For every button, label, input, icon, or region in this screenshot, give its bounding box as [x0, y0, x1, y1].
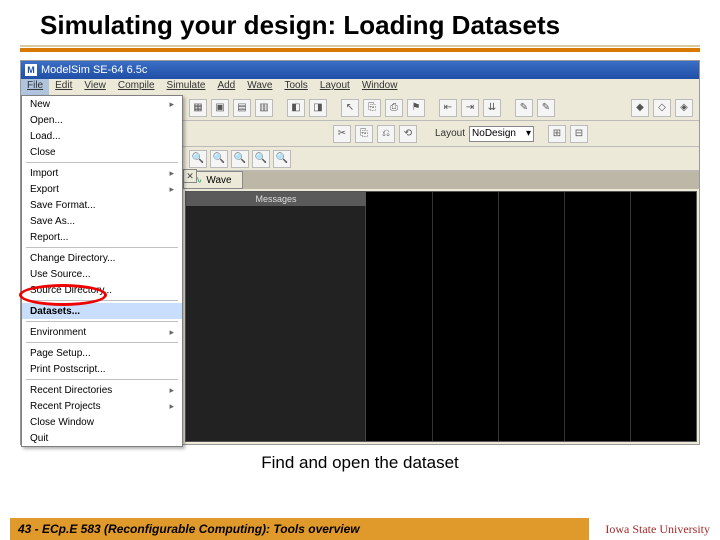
menu-item-close[interactable]: Close [22, 144, 182, 160]
toolbar-row-2: ✂ ⎘ ⎌ ⟲ Layout NoDesign▾ ⊞ ⊟ [183, 121, 699, 147]
submenu-arrow-icon: ▸ [169, 99, 174, 110]
zoom-icon[interactable]: 🔍 [273, 150, 291, 168]
toolbar-button[interactable]: ⊞ [548, 125, 566, 143]
layout-select[interactable]: NoDesign▾ [469, 126, 534, 142]
wave-grid [366, 192, 696, 441]
wave-signal-pane[interactable] [186, 192, 366, 441]
wave-messages-header: Messages [186, 192, 366, 206]
toolbar-button[interactable]: ✎ [515, 99, 533, 117]
menu-compile[interactable]: Compile [112, 79, 161, 95]
menu-separator [26, 162, 178, 163]
file-menu-dropdown[interactable]: New▸ Open... Load... Close Import▸ Expor… [21, 95, 183, 447]
submenu-arrow-icon: ▸ [169, 401, 174, 412]
menu-item-recent-directories[interactable]: Recent Directories▸ [22, 382, 182, 398]
toolbar-row-3: 🔍 🔍 🔍 🔍 🔍 [183, 147, 699, 171]
menu-separator [26, 300, 178, 301]
layout-label: Layout [435, 128, 465, 139]
chevron-down-icon: ▾ [526, 128, 531, 139]
cut-icon[interactable]: ✂ [333, 125, 351, 143]
menu-item-new[interactable]: New▸ [22, 96, 182, 112]
menu-separator [26, 379, 178, 380]
close-pane-icon[interactable]: ✕ [183, 169, 197, 183]
slide-caption: Find and open the dataset [0, 445, 720, 473]
menu-simulate[interactable]: Simulate [161, 79, 212, 95]
menu-item-datasets[interactable]: Datasets... [22, 303, 182, 319]
app-title: ModelSim SE-64 6.5c [41, 64, 147, 76]
toolbar-button[interactable]: ⇥ [461, 99, 479, 117]
menu-item-report[interactable]: Report... [22, 229, 182, 245]
toolbar-button[interactable]: ⚑ [407, 99, 425, 117]
toolbar-button[interactable]: ◧ [287, 99, 305, 117]
toolbar-button[interactable]: ⎘ [355, 125, 373, 143]
toolbar-button[interactable]: ⇊ [483, 99, 501, 117]
menu-wave[interactable]: Wave [241, 79, 278, 95]
menu-layout[interactable]: Layout [314, 79, 356, 95]
toolbar-button[interactable]: ◇ [653, 99, 671, 117]
menu-item-change-directory[interactable]: Change Directory... [22, 250, 182, 266]
slide-footer: 43 - ECp.E 583 (Reconfigurable Computing… [0, 518, 720, 540]
toolbar-button[interactable]: ▥ [255, 99, 273, 117]
zoom-in-icon[interactable]: 🔍 [189, 150, 207, 168]
menu-item-quit[interactable]: Quit [22, 430, 182, 446]
toolbar-button[interactable]: ◈ [675, 99, 693, 117]
menu-item-recent-projects[interactable]: Recent Projects▸ [22, 398, 182, 414]
toolbar-button[interactable]: ▤ [233, 99, 251, 117]
footer-left: 43 - ECp.E 583 (Reconfigurable Computing… [10, 518, 589, 540]
menu-item-use-source[interactable]: Use Source... [22, 266, 182, 282]
menu-add[interactable]: Add [211, 79, 241, 95]
zoom-icon[interactable]: 🔍 [252, 150, 270, 168]
cursor-icon[interactable]: ↖ [341, 99, 359, 117]
menu-item-environment[interactable]: Environment▸ [22, 324, 182, 340]
toolbar-row-1: ▦ ▣ ▤ ▥ ◧ ◨ ↖ ⎘ ⎙ ⚑ ⇤ ⇥ ⇊ ✎ ✎ ◆ [183, 95, 699, 121]
toolbar-button[interactable]: ✎ [537, 99, 555, 117]
wave-canvas[interactable]: Messages [185, 191, 697, 442]
menu-item-page-setup[interactable]: Page Setup... [22, 345, 182, 361]
modelsim-window: M ModelSim SE-64 6.5c File Edit View Com… [20, 60, 700, 445]
menu-item-source-directory[interactable]: Source Directory... [22, 282, 182, 298]
toolbar-button[interactable]: ⎌ [377, 125, 395, 143]
toolbar-button[interactable]: ◆ [631, 99, 649, 117]
menu-separator [26, 321, 178, 322]
submenu-arrow-icon: ▸ [169, 184, 174, 195]
menubar[interactable]: File Edit View Compile Simulate Add Wave… [21, 79, 699, 95]
toolbar-button[interactable]: ⎘ [363, 99, 381, 117]
menu-item-save-format[interactable]: Save Format... [22, 197, 182, 213]
menu-item-export[interactable]: Export▸ [22, 181, 182, 197]
zoom-out-icon[interactable]: 🔍 [210, 150, 228, 168]
menu-item-open[interactable]: Open... [22, 112, 182, 128]
menu-view[interactable]: View [78, 79, 112, 95]
menu-file[interactable]: File [21, 79, 49, 95]
separator [0, 45, 720, 52]
toolbar-button[interactable]: ⟲ [399, 125, 417, 143]
slide-title: Simulating your design: Loading Datasets [0, 0, 720, 45]
menu-item-load[interactable]: Load... [22, 128, 182, 144]
toolbar-button[interactable]: ◨ [309, 99, 327, 117]
window-titlebar: M ModelSim SE-64 6.5c [21, 61, 699, 79]
menu-item-print-postscript[interactable]: Print Postscript... [22, 361, 182, 377]
menu-item-save-as[interactable]: Save As... [22, 213, 182, 229]
menu-item-import[interactable]: Import▸ [22, 165, 182, 181]
submenu-arrow-icon: ▸ [169, 168, 174, 179]
menu-item-close-window[interactable]: Close Window [22, 414, 182, 430]
footer-right: Iowa State University [589, 522, 710, 537]
toolbar-button[interactable]: ▣ [211, 99, 229, 117]
submenu-arrow-icon: ▸ [169, 385, 174, 396]
submenu-arrow-icon: ▸ [169, 327, 174, 338]
menu-window[interactable]: Window [356, 79, 404, 95]
menu-tools[interactable]: Tools [278, 79, 313, 95]
toolbar-button[interactable]: ⇤ [439, 99, 457, 117]
toolbar-button[interactable]: ▦ [189, 99, 207, 117]
toolbar-button[interactable]: ⎙ [385, 99, 403, 117]
toolbar-button[interactable]: ⊟ [570, 125, 588, 143]
menu-separator [26, 342, 178, 343]
app-icon: M [25, 64, 37, 76]
zoom-icon[interactable]: 🔍 [231, 150, 249, 168]
menu-separator [26, 247, 178, 248]
menu-edit[interactable]: Edit [49, 79, 78, 95]
